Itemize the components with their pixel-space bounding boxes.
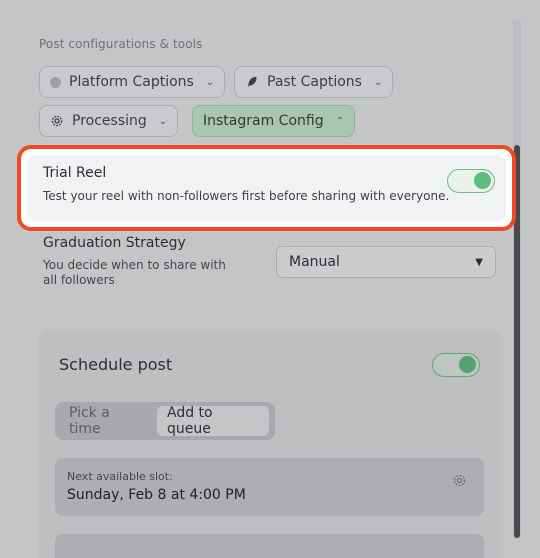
- gear-icon[interactable]: [452, 473, 467, 488]
- graduation-strategy-title: Graduation Strategy: [43, 235, 186, 251]
- trial-reel-card: Trial Reel Test your reel with non-follo…: [17, 145, 516, 231]
- chevron-up-icon: ⌃: [335, 115, 344, 127]
- graduation-strategy-description: You decide when to share with all follow…: [43, 258, 226, 287]
- chevron-down-icon: ⌄: [373, 76, 383, 88]
- toggle-knob: [474, 172, 491, 189]
- add-to-queue-option[interactable]: Add to queue: [157, 405, 269, 437]
- section-label: Post configurations & tools: [39, 37, 203, 51]
- schedule-post-title: Schedule post: [59, 355, 173, 374]
- instagram-config-button[interactable]: Instagram Config ⌃: [192, 105, 355, 137]
- status-dot-icon: [50, 76, 61, 88]
- graduation-strategy-select[interactable]: Manual ▼: [276, 246, 496, 278]
- feather-icon: [247, 76, 257, 88]
- chevron-down-icon: ⌄: [205, 76, 215, 88]
- past-captions-label: Past Captions: [267, 74, 362, 90]
- past-captions-button[interactable]: Past Captions ⌄: [234, 66, 394, 98]
- next-slot-value: Sunday, Feb 8 at 4:00 PM: [67, 487, 246, 503]
- pick-a-time-option[interactable]: Pick a time: [59, 405, 155, 437]
- platform-captions-label: Platform Captions: [69, 74, 194, 90]
- toggle-knob: [459, 356, 476, 373]
- trial-reel-toggle[interactable]: [447, 169, 495, 193]
- graduation-strategy-value: Manual: [289, 254, 340, 270]
- trial-reel-description: Test your reel with non-followers first …: [43, 189, 450, 203]
- next-slot-label: Next available slot:: [67, 470, 173, 483]
- chevron-down-icon: ⌄: [158, 115, 168, 127]
- gear-icon: [51, 115, 63, 127]
- schedule-post-toggle[interactable]: [432, 353, 480, 377]
- trial-reel-title: Trial Reel: [43, 165, 107, 181]
- processing-label: Processing: [72, 113, 147, 129]
- platform-captions-button[interactable]: Platform Captions ⌄: [39, 66, 226, 98]
- caret-down-icon: ▼: [475, 256, 483, 268]
- instagram-config-label: Instagram Config: [203, 113, 324, 129]
- processing-button[interactable]: Processing ⌄: [39, 105, 179, 137]
- schedule-mode-segmented-control: Pick a time Add to queue: [55, 402, 275, 440]
- next-section-box: [55, 534, 484, 558]
